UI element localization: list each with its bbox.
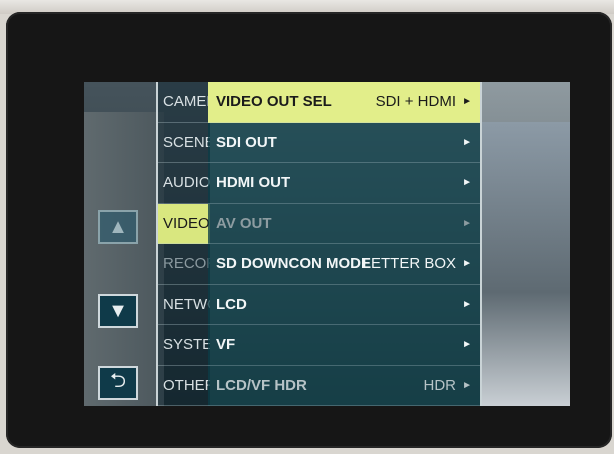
live-view-room	[480, 122, 570, 406]
chevron-right-icon: ►	[462, 217, 472, 229]
menu-item-label: HDMI OUT	[216, 174, 291, 191]
category-video[interactable]: VIDEO	[158, 203, 210, 244]
category-list: CAMERA SCENE AUDIO VIDEO RECORDING NETWO…	[156, 82, 210, 406]
menu-item-value: LETTER BOX	[362, 255, 456, 272]
category-camera[interactable]: CAMERA	[158, 82, 210, 123]
category-audio[interactable]: AUDIO	[158, 163, 210, 204]
back-button[interactable]: ⮌	[98, 366, 138, 400]
menu-item-lcd-vf-hdr[interactable]: LCD/VF HDR HDR ►	[208, 366, 480, 406]
category-others[interactable]: OTHERS	[158, 366, 210, 406]
triangle-down-icon: ▼	[108, 299, 128, 322]
camera-lcd-screen: ▲ ▼ ⮌ CAMERA SCENE AUDIO VIDEO RECORDING…	[84, 82, 570, 406]
menu-item-value: SDI + HDMI	[375, 93, 456, 110]
navigation-panel: ▲ ▼ ⮌	[84, 82, 156, 406]
menu-item-hdmi-out[interactable]: HDMI OUT ►	[208, 163, 480, 204]
chevron-right-icon: ►	[462, 96, 472, 107]
menu-item-sd-downcon-mode[interactable]: SD DOWNCON MODE LETTER BOX ►	[208, 244, 480, 285]
triangle-up-icon: ▲	[108, 215, 128, 238]
category-recording[interactable]: RECORDING	[158, 244, 210, 285]
scroll-up-button[interactable]: ▲	[98, 210, 138, 244]
category-network[interactable]: NETWORK	[158, 285, 210, 325]
chevron-right-icon: ►	[462, 258, 472, 269]
scroll-down-button[interactable]: ▼	[98, 294, 138, 328]
chevron-right-icon: ►	[462, 136, 472, 148]
menu-item-label: AV OUT	[216, 214, 272, 232]
menu-item-av-out[interactable]: AV OUT ►	[208, 204, 480, 244]
chevron-right-icon: ►	[462, 177, 472, 188]
menu-item-label: SD DOWNCON MODE	[216, 255, 371, 272]
menu-item-sdi-out[interactable]: SDI OUT ►	[208, 123, 480, 163]
menu-item-vf[interactable]: VF ►	[208, 325, 480, 366]
chevron-right-icon: ►	[462, 379, 472, 391]
menu-item-lcd[interactable]: LCD ►	[208, 285, 480, 325]
menu-item-label: SDI OUT	[216, 133, 277, 151]
menu-item-value: HDR	[423, 376, 457, 394]
category-system[interactable]: SYSTEM	[158, 325, 210, 366]
menu-item-label: LCD	[216, 295, 247, 313]
return-icon: ⮌	[109, 370, 127, 392]
menu-item-label: LCD/VF HDR	[216, 376, 307, 394]
menu-item-label: VF	[216, 336, 236, 353]
menu-item-label: VIDEO OUT SEL	[216, 93, 332, 110]
video-menu-items: VIDEO OUT SEL SDI + HDMI ► SDI OUT ► HDM…	[208, 82, 482, 406]
chevron-right-icon: ►	[462, 298, 472, 310]
category-scene[interactable]: SCENE	[158, 123, 210, 163]
menu-item-video-out-sel[interactable]: VIDEO OUT SEL SDI + HDMI ►	[208, 82, 480, 123]
chevron-right-icon: ►	[462, 339, 472, 350]
